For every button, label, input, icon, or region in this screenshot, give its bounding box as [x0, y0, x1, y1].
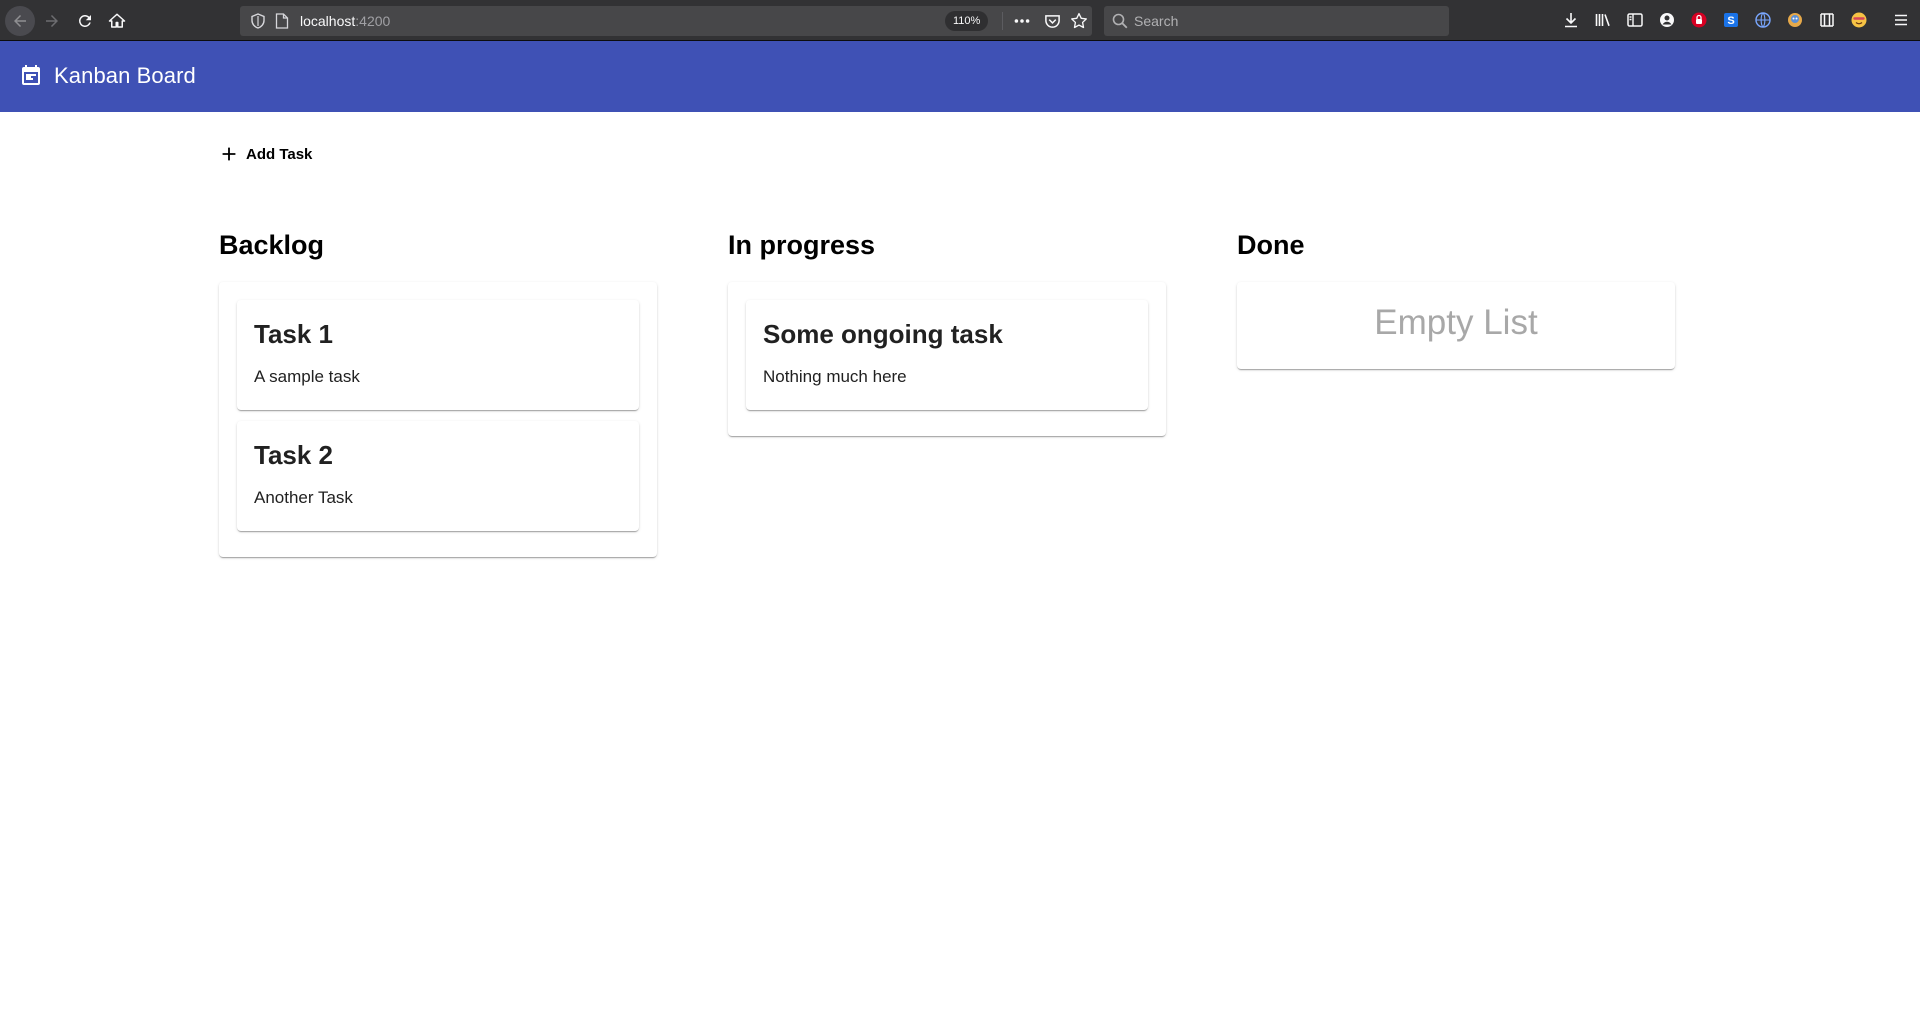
column-backlog: Backlog Task 1 A sample task Task 2 Anot… [219, 228, 657, 557]
extension-emoji-button[interactable] [1848, 9, 1870, 31]
pocket-button[interactable] [1040, 10, 1064, 32]
extension-avatar-button[interactable] [1784, 9, 1806, 31]
reload-icon [78, 14, 91, 27]
column-title: Backlog [219, 230, 325, 260]
task-description: Nothing much here [763, 367, 907, 386]
menu-icon [1895, 14, 1907, 26]
extension-emoji-icon [1851, 12, 1867, 28]
column-in-progress: In progress Some ongoing task Nothing mu… [728, 228, 1166, 436]
library-button[interactable] [1592, 9, 1614, 31]
column-done: Done Empty List [1237, 228, 1675, 369]
zoom-level-badge[interactable]: 110% [945, 11, 989, 31]
extension-lock-button[interactable] [1688, 9, 1710, 31]
task-card[interactable]: Some ongoing task Nothing much here [746, 300, 1148, 410]
download-icon [1565, 13, 1577, 28]
back-button[interactable] [5, 6, 35, 36]
task-description: A sample task [254, 367, 360, 386]
app-title: Kanban Board [54, 63, 196, 88]
forward-button[interactable] [37, 6, 67, 36]
account-icon [1660, 13, 1674, 27]
task-title: Task 2 [254, 440, 334, 470]
menu-button[interactable] [1890, 9, 1912, 31]
task-description: Another Task [254, 488, 353, 507]
url-bar[interactable]: localhost:4200 110% [240, 6, 1092, 36]
bookmark-star-button[interactable] [1067, 10, 1091, 32]
shield-icon[interactable] [250, 13, 266, 29]
sidebar-button[interactable] [1624, 9, 1646, 31]
arrow-left-icon [14, 15, 26, 27]
sidebar-icon [1627, 13, 1643, 27]
more-horizontal-icon [1014, 19, 1030, 23]
page-icon [275, 13, 289, 29]
reload-button[interactable] [70, 6, 100, 36]
page-actions-button[interactable] [1010, 10, 1034, 32]
column-title: Done [1237, 230, 1305, 260]
task-card[interactable]: Task 2 Another Task [237, 421, 639, 531]
empty-task-list[interactable]: Empty List [1237, 282, 1675, 369]
url-port: :4200 [355, 13, 391, 29]
url-text[interactable]: localhost:4200 [300, 13, 390, 29]
account-button[interactable] [1656, 9, 1678, 31]
column-title: In progress [728, 230, 876, 260]
arrow-right-icon [46, 15, 58, 27]
downloads-button[interactable] [1560, 9, 1582, 31]
extension-lock-icon [1691, 12, 1707, 28]
home-icon [108, 13, 126, 28]
add-task-label: Add Task [246, 145, 313, 163]
task-list[interactable]: Some ongoing task Nothing much here [728, 282, 1166, 436]
browser-search-bar[interactable] [1104, 6, 1449, 36]
home-button[interactable] [102, 6, 132, 36]
svg-text:S: S [1727, 15, 1734, 27]
extension-globe-button[interactable] [1752, 9, 1774, 31]
task-title: Some ongoing task [763, 319, 1003, 349]
url-host: localhost [300, 13, 356, 29]
browser-toolbar: localhost:4200 110% S [0, 0, 1920, 41]
plus-icon [222, 147, 236, 161]
empty-list-text: Empty List [1374, 302, 1538, 342]
extension-grid-icon [1820, 13, 1834, 27]
extension-s-button[interactable]: S [1720, 9, 1742, 31]
pocket-icon [1044, 14, 1060, 28]
task-list[interactable]: Task 1 A sample task Task 2 Another Task [219, 282, 657, 557]
calendar-icon [22, 65, 40, 85]
task-card[interactable]: Task 1 A sample task [237, 300, 639, 410]
app-toolbar: Kanban Board [0, 41, 1920, 112]
browser-search-input[interactable] [1134, 10, 1434, 32]
task-title: Task 1 [254, 319, 334, 349]
extension-globe-icon [1755, 12, 1771, 28]
search-icon [1112, 13, 1128, 29]
add-task-button[interactable]: Add Task [208, 136, 322, 172]
extension-avatar-icon [1788, 13, 1802, 27]
star-icon [1071, 12, 1087, 29]
extension-grid-button[interactable] [1816, 9, 1838, 31]
extension-s-icon: S [1724, 13, 1738, 27]
url-bar-divider [1002, 12, 1003, 30]
library-icon [1595, 14, 1610, 27]
